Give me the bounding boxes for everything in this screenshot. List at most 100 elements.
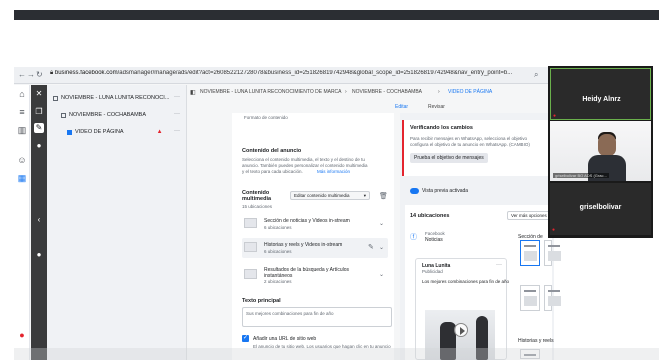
chart-icon[interactable]: ▥ xyxy=(17,125,27,135)
smiley-icon[interactable]: ☺ xyxy=(17,155,27,165)
more-info-link[interactable]: Más información xyxy=(317,169,350,174)
back-icon[interactable]: ← xyxy=(18,70,26,79)
placement-mini-1[interactable] xyxy=(520,240,540,266)
duplicate-icon[interactable]: ❐ xyxy=(34,107,44,117)
ad-content-desc-2: anuncio. También puedes personalizar el … xyxy=(242,163,368,168)
breadcrumb-adset[interactable]: NOVIEMBRE - COCHABAMBA xyxy=(352,89,422,95)
chevron-down-icon: ⌄ xyxy=(378,245,384,251)
verify-changes-card: Verificando los cambios Para recibir men… xyxy=(402,120,550,176)
media-count: 15 ubicaciones xyxy=(242,204,273,209)
primary-text-field[interactable]: Sus mejores combinaciones para fin de añ… xyxy=(242,307,392,327)
participant-2-name: griselbolivar BO ADS (Grac... xyxy=(553,173,609,178)
placement-row-search[interactable]: Resultados de la búsqueda y Artículos in… xyxy=(242,265,388,285)
toggle-icon[interactable]: ● xyxy=(34,141,44,151)
row-sub: 6 ubicaciones xyxy=(264,225,292,230)
edit-media-button[interactable]: Editar contenido multimedia ▾ xyxy=(290,191,370,200)
placement-mini-3[interactable] xyxy=(520,285,540,311)
warning-icon: ▲ xyxy=(156,129,163,135)
placement-row-stories[interactable]: Historias y reels y Videos in-stream 6 u… xyxy=(242,238,388,258)
grid-icon[interactable]: ▦ xyxy=(17,173,27,183)
trash-icon[interactable]: 🗑︎ xyxy=(379,192,388,200)
breadcrumb-ad[interactable]: VIDEO DE PÁGINA xyxy=(448,89,492,95)
alert-icon[interactable]: ● xyxy=(17,330,27,340)
preview-toggle[interactable] xyxy=(410,188,419,194)
play-icon[interactable] xyxy=(454,323,468,337)
placement-thumb xyxy=(244,269,257,279)
facebook-icon: ⓕ xyxy=(410,234,417,241)
participant-1-name: Heidy Alnrz xyxy=(582,96,621,103)
close-icon[interactable]: ✕ xyxy=(34,89,44,99)
tree-item-ad[interactable]: VIDEO DE PÁGINA ▲ xyxy=(67,129,163,135)
forward-icon[interactable]: → xyxy=(27,70,35,79)
zoom-icon[interactable]: ⌕ xyxy=(534,70,538,80)
address-bar-row: ← → ↻ 🔒︎ business.facebook.com/adsmanage… xyxy=(14,67,554,84)
edit-tab[interactable]: Editar xyxy=(395,104,408,110)
participant-tile-3[interactable]: griselbolivar ● xyxy=(550,183,651,235)
campaign-folder-icon xyxy=(53,95,58,101)
participant-3-name: griselbolivar xyxy=(579,204,622,211)
sidebar-toggle-icon[interactable]: ◧ xyxy=(190,89,196,96)
placement-mini-4[interactable] xyxy=(544,285,561,311)
card-more-icon[interactable]: ··· xyxy=(496,262,502,268)
ad-content-desc-1: Selecciona el contenido multimedia, el t… xyxy=(242,157,365,162)
dot-icon[interactable]: ● xyxy=(34,250,44,260)
row-title: Historias y reels y Videos in-stream xyxy=(264,242,343,248)
placement-thumb xyxy=(244,218,257,228)
url-path: /adsmanager/manage/ads/edit?act=26085221… xyxy=(117,70,513,76)
ad-more-icon[interactable]: ··· xyxy=(174,128,180,134)
card-body-text: Los mejores combinaciones para fin de añ… xyxy=(422,279,510,284)
reload-icon[interactable]: ↻ xyxy=(36,70,43,79)
mic-muted-icon: ● xyxy=(552,227,556,233)
chevron-down-icon: ⌄ xyxy=(378,221,384,227)
breadcrumb-sep-2: › xyxy=(438,89,440,95)
adset-more-icon[interactable]: ··· xyxy=(174,111,180,117)
verify-desc-2: configura el objetivo de tu anuncio en W… xyxy=(410,142,530,147)
chevron-down-icon: ⌄ xyxy=(378,272,384,278)
tree-campaign-label: NOVIEMBRE - LUNA LUNITA RECONOCI... xyxy=(61,95,170,101)
url-host: business.facebook.com xyxy=(54,70,118,76)
placement-network: Facebook xyxy=(425,231,445,236)
tree-item-campaign[interactable]: NOVIEMBRE - LUNA LUNITA RECONOCI... xyxy=(53,95,169,101)
breadcrumb-campaign[interactable]: NOVIEMBRE - LUNA LUNITA RECONOCIMIENTO D… xyxy=(200,89,342,95)
ad-content-desc-3: y el texto para cada ubicación. xyxy=(242,169,303,174)
bottom-taskbar xyxy=(14,348,659,360)
edit-row-icon[interactable]: ✎ xyxy=(368,243,374,251)
tree-ad-label: VIDEO DE PÁGINA xyxy=(75,129,124,135)
add-url-checkbox[interactable]: ✓ xyxy=(242,335,249,342)
collapse-icon[interactable]: ‹ xyxy=(34,215,44,225)
row-sub: 6 ubicaciones xyxy=(264,249,292,254)
tree-adset-label: NOVIEMBRE - COCHABAMBA xyxy=(69,112,147,118)
format-item: Formato de contenido xyxy=(244,115,288,120)
review-tab[interactable]: Revisar xyxy=(428,104,445,110)
card-sponsored: Publicidad xyxy=(422,269,443,274)
placement-row-feeds[interactable]: Sección de noticias y Videos in-stream 6… xyxy=(242,214,388,234)
view-options-select[interactable]: Ver más opciones xyxy=(507,211,552,220)
adset-grid-icon xyxy=(61,112,66,118)
try-messages-button[interactable]: Prueba el objetivo de mensajes xyxy=(410,153,488,163)
placements-count: 14 ubicaciones xyxy=(410,213,450,219)
mic-muted-icon: ● xyxy=(553,113,557,119)
ad-content-title: Contenido del anuncio xyxy=(242,148,302,154)
placement-mini-2[interactable] xyxy=(544,240,561,266)
app-left-rail: ⌂ ≡ ▥ ☺ ▦ ● xyxy=(14,85,30,360)
edit-icon[interactable]: ✎ xyxy=(34,123,44,133)
menu-icon[interactable]: ≡ xyxy=(17,107,27,117)
verify-title: Verificando los cambios xyxy=(410,125,473,131)
face-shape xyxy=(598,134,616,156)
primary-text-value: Sus mejores combinaciones para fin de añ… xyxy=(246,311,334,316)
campaign-more-icon[interactable]: ··· xyxy=(174,94,180,100)
edit-media-label: Editar contenido multimedia xyxy=(294,193,350,198)
row-title: Sección de noticias y Videos in-stream xyxy=(264,218,350,224)
preview-toggle-label: Vista previa activada xyxy=(422,188,469,194)
breadcrumb-sep-1: › xyxy=(345,89,347,95)
tree-item-adset[interactable]: NOVIEMBRE - COCHABAMBA xyxy=(61,112,146,118)
url-field[interactable]: 🔒︎ business.facebook.com/adsmanager/mana… xyxy=(50,70,530,77)
placement-thumbnails xyxy=(520,235,561,360)
add-url-label: Añadir una URL de sitio web xyxy=(253,336,317,342)
dropdown-chevron-icon: ▾ xyxy=(363,193,366,198)
ad-square-icon xyxy=(67,129,72,135)
home-icon[interactable]: ⌂ xyxy=(17,89,27,99)
participant-tile-1[interactable]: Heidy Alnrz ● xyxy=(550,68,651,120)
verify-desc-1: Para recibir mensajes en WhatsApp, selec… xyxy=(410,136,528,141)
media-label-2: multimedia xyxy=(242,196,272,202)
